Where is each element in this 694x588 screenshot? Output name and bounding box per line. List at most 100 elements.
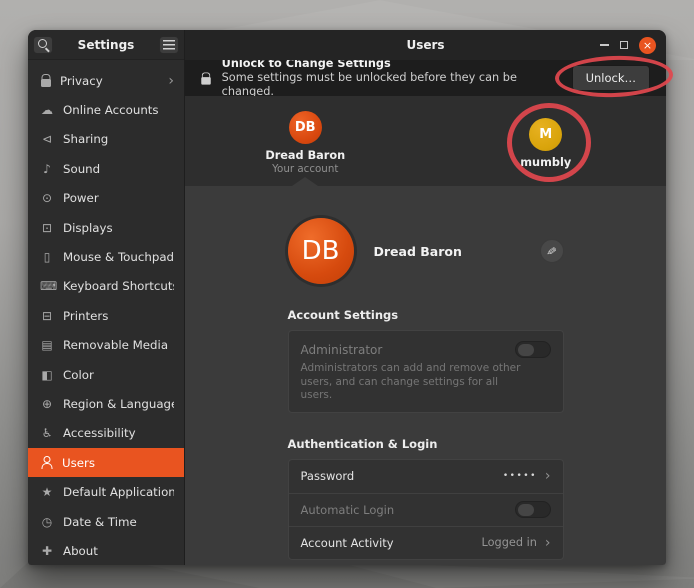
- sidebar-item-label: Keyboard Shortcuts: [63, 279, 174, 293]
- headerbar: Users ×: [185, 30, 666, 60]
- profile-name: Dread Baron: [374, 244, 462, 259]
- sidebar-nav: Privacy›☁Online Accounts⊲Sharing♪Sound⊙P…: [28, 60, 184, 565]
- sidebar-item-label: Mouse & Touchpad: [63, 250, 174, 264]
- sidebar-item-label: Printers: [63, 309, 108, 323]
- automatic-login-row: Automatic Login: [289, 493, 563, 526]
- sidebar-item-printers[interactable]: ⊟ Printers: [28, 301, 184, 330]
- avatar-initials: M: [539, 127, 552, 142]
- search-icon: [37, 38, 50, 51]
- menu-button[interactable]: [159, 36, 179, 54]
- sidebar-item-region-language[interactable]: ⊕ Region & Language: [28, 389, 184, 418]
- unlock-button[interactable]: Unlock…: [572, 65, 650, 91]
- power-icon: ⊙: [40, 191, 54, 205]
- sidebar-item-sound[interactable]: ♪Sound: [28, 154, 184, 183]
- sidebar-item-label: Users: [62, 456, 95, 470]
- maximize-icon[interactable]: [620, 41, 628, 49]
- sidebar-item-label: Sound: [63, 162, 100, 176]
- sidebar-item-about[interactable]: ✚ About: [28, 536, 184, 565]
- sidebar-item-label: About: [63, 544, 98, 558]
- sidebar-item-label: Online Accounts: [63, 103, 159, 117]
- lock-icon: [40, 74, 51, 87]
- carousel-user-mumbly[interactable]: M mumbly: [426, 96, 667, 186]
- sidebar-item-label: Displays: [63, 221, 113, 235]
- pencil-icon: [546, 244, 556, 258]
- account-activity-row[interactable]: Account Activity Logged in ›: [289, 526, 563, 559]
- sidebar-item-keyboard-shortcuts[interactable]: ⌨ Keyboard Shortcuts: [28, 272, 184, 301]
- sidebar-item-power[interactable]: ⊙Power: [28, 184, 184, 213]
- lock-icon: [201, 72, 211, 84]
- sidebar-item-accessibility[interactable]: ♿ Accessibility: [28, 419, 184, 448]
- section-authentication-login: Authentication & Login: [288, 437, 564, 451]
- printer-icon: ⊟: [40, 309, 54, 323]
- avatar: DB: [289, 111, 322, 144]
- avatar: M: [529, 118, 562, 151]
- page-title: Users: [185, 38, 666, 52]
- sidebar-item-displays[interactable]: ⊡ Displays: [28, 213, 184, 242]
- removable-media-icon: ▤: [40, 338, 54, 352]
- sidebar-item-color[interactable]: ◧ Color: [28, 360, 184, 389]
- settings-window: Settings Privacy›☁Online Accounts⊲Sharin…: [28, 30, 666, 565]
- sidebar-title: Settings: [53, 38, 159, 52]
- avatar-initials: DB: [295, 120, 316, 135]
- password-row[interactable]: Password ••••• ›: [289, 460, 563, 493]
- account-activity-label: Account Activity: [301, 536, 394, 550]
- window-controls: ×: [600, 37, 656, 54]
- sidebar-item-label: Accessibility: [63, 426, 136, 440]
- sidebar-item-removable-media[interactable]: ▤ Removable Media: [28, 331, 184, 360]
- user-subtitle: Your account: [272, 163, 338, 175]
- main-pane: Users × Unlock to Change Settings Some s…: [185, 30, 666, 565]
- selected-user-pointer: [292, 177, 318, 186]
- star-icon: ★: [40, 485, 54, 499]
- sidebar-item-label: Privacy: [60, 74, 103, 88]
- about-icon: ✚: [40, 544, 54, 558]
- unlock-banner: Unlock to Change Settings Some settings …: [185, 60, 666, 96]
- sidebar-item-privacy[interactable]: Privacy›: [28, 66, 184, 95]
- chevron-right-icon: ›: [545, 469, 551, 483]
- authentication-card: Password ••••• › Automatic Login Acco: [288, 459, 564, 560]
- sidebar: Settings Privacy›☁Online Accounts ⊲ Sharin…: [28, 30, 185, 565]
- sidebar-item-sharing[interactable]: ⊲ Sharing: [28, 125, 184, 154]
- sidebar-item-label: Default Applications: [63, 485, 174, 499]
- rename-button[interactable]: [540, 239, 564, 263]
- sidebar-item-label: Sharing: [63, 132, 108, 146]
- sidebar-item-label: Region & Language: [63, 397, 174, 411]
- password-value: •••••: [503, 471, 537, 481]
- close-icon[interactable]: ×: [639, 37, 656, 54]
- automatic-login-label: Automatic Login: [301, 503, 395, 517]
- profile-avatar[interactable]: DB: [288, 218, 354, 284]
- accessibility-icon: ♿: [40, 426, 54, 440]
- chevron-right-icon: ›: [545, 536, 551, 550]
- sidebar-item-date-time[interactable]: ◷ Date & Time: [28, 507, 184, 536]
- user-name: mumbly: [520, 156, 571, 169]
- display-icon: ⊡: [40, 221, 54, 235]
- user-name: Dread Baron: [265, 149, 345, 162]
- sidebar-item-default-applications[interactable]: ★ Default Applications: [28, 477, 184, 506]
- globe-icon: ⊕: [40, 397, 54, 411]
- sidebar-item-mouse-touchpad[interactable]: ▯ Mouse & Touchpad: [28, 242, 184, 271]
- sidebar-item-label: Date & Time: [63, 515, 137, 529]
- share-icon: ⊲: [40, 132, 54, 146]
- hamburger-icon: [163, 40, 175, 50]
- administrator-toggle[interactable]: [515, 341, 551, 358]
- unlock-banner-subtitle: Some settings must be unlocked before th…: [222, 71, 562, 99]
- minimize-icon[interactable]: [600, 44, 609, 46]
- account-settings-card: Administrator Administrators can add and…: [288, 330, 564, 413]
- carousel-user-dread-baron[interactable]: DB Dread Baron Your account: [185, 96, 426, 186]
- sidebar-item-users[interactable]: Users: [28, 448, 184, 477]
- password-label: Password: [301, 469, 355, 483]
- mouse-icon: ▯: [40, 250, 54, 264]
- search-button[interactable]: [33, 36, 53, 54]
- clock-icon: ◷: [40, 515, 54, 529]
- color-icon: ◧: [40, 368, 54, 382]
- administrator-description: Administrators can add and remove other …: [301, 362, 531, 403]
- avatar-initials: DB: [302, 236, 340, 266]
- section-account-settings: Account Settings: [288, 308, 564, 322]
- account-activity-value: Logged in: [482, 536, 537, 549]
- keyboard-icon: ⌨: [40, 279, 54, 293]
- user-carousel: DB Dread Baron Your account M mumbly: [185, 96, 666, 186]
- sidebar-item-label: Color: [63, 368, 94, 382]
- sidebar-item-online-accounts[interactable]: ☁Online Accounts: [28, 95, 184, 124]
- sidebar-item-label: Removable Media: [63, 338, 168, 352]
- administrator-label: Administrator: [301, 343, 383, 357]
- automatic-login-toggle[interactable]: [515, 501, 551, 518]
